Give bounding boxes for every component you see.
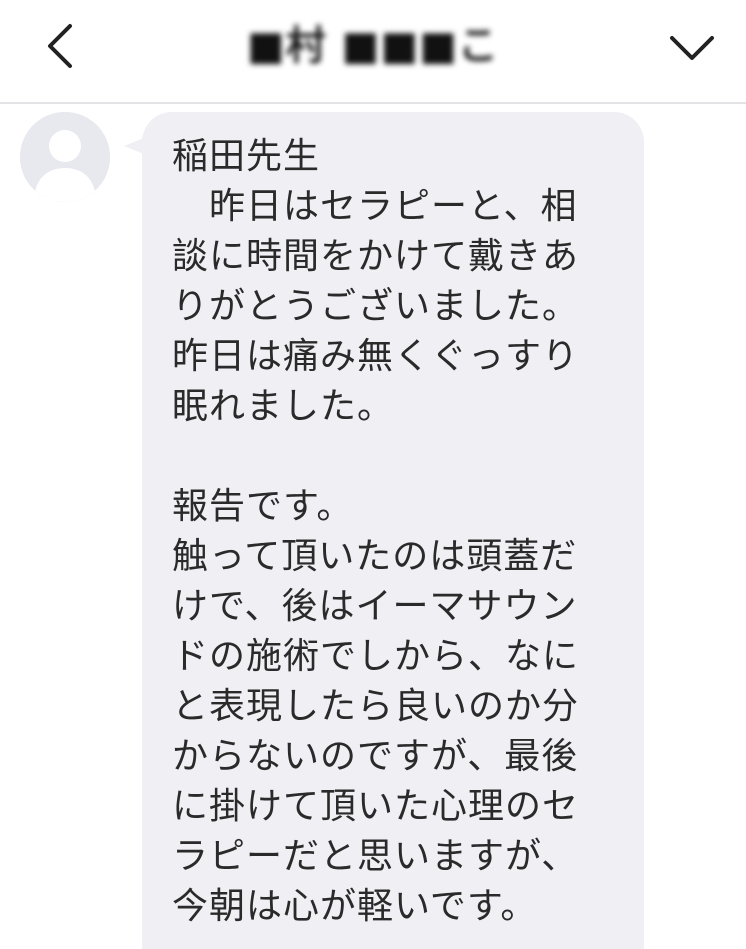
chat-menu-button[interactable] [662,16,722,76]
contact-avatar[interactable] [20,112,110,202]
message-text: 稲田先生 昨日はセラピーと、相 談に時間をかけて戴きあ りがとうございました。 … [172,136,580,927]
contact-name-title: ■村 ■■■こ [0,22,746,70]
chevron-down-icon [670,36,714,60]
message-bubble-tail [124,138,144,154]
contact-name-text: ■村 ■■■こ [246,23,500,69]
chat-header: ■村 ■■■こ [0,0,746,104]
default-user-avatar-icon [20,112,110,202]
chat-message-list[interactable]: 稲田先生 昨日はセラピーと、相 談に時間をかけて戴きあ りがとうございました。 … [0,104,746,949]
message-bubble[interactable]: 稲田先生 昨日はセラピーと、相 談に時間をかけて戴きあ りがとうございました。 … [142,112,644,949]
